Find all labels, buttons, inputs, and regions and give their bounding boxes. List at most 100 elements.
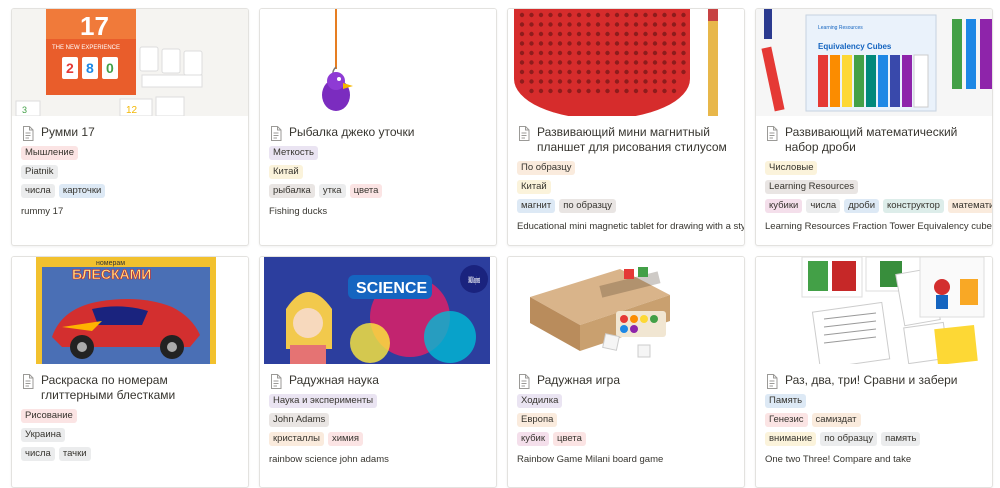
tag-chip: рыбалка — [269, 184, 315, 198]
category-tag: Память — [765, 394, 807, 408]
cubes-box-brand: Learning Resources — [818, 25, 863, 31]
brand-property: Learning Resources — [765, 180, 862, 196]
gallery-card[interactable]: SCIENCE 5 AMAZING experiments Радужная н… — [259, 256, 497, 488]
brand-tag: Европа — [517, 413, 558, 427]
tablet-hole — [529, 31, 534, 37]
tablet-hole — [595, 60, 601, 65]
tablet-hole — [576, 12, 582, 18]
tablet-hole — [576, 41, 582, 46]
tablet-hole — [538, 41, 544, 46]
brand-property: Китай — [269, 165, 307, 181]
card-title-row: Радужная игра — [517, 373, 739, 389]
science-box-badge: 5 AMAZING experiments — [468, 275, 480, 285]
tablet-hole — [605, 79, 610, 84]
document-icon — [767, 126, 778, 141]
tablet-hole — [614, 22, 620, 27]
tablet-hole — [595, 79, 601, 84]
card-title[interactable]: Раскраска по номерам глиттерными блестка… — [41, 373, 243, 403]
tablet-hole — [605, 69, 610, 75]
card-title-row: Рыбалка джеко уточки — [269, 125, 491, 141]
tag-chip: утка — [318, 184, 346, 198]
science-box-title: SCIENCE — [356, 280, 427, 297]
card-title[interactable]: Раз, два, три! Сравни и забери — [785, 373, 958, 388]
tablet-hole — [662, 69, 667, 75]
coloring-box-title: БЛЕСКАМИ — [72, 266, 151, 282]
tablet-hole — [624, 50, 629, 56]
tablet-hole — [567, 79, 572, 84]
tablet-hole — [538, 12, 544, 18]
tablet-hole — [595, 88, 601, 94]
tablet-hole — [605, 60, 610, 65]
category-tag: По образцу — [517, 161, 576, 175]
tablet-hole — [576, 60, 582, 65]
card-title[interactable]: Развивающий мини магнитный планшет для р… — [537, 125, 739, 155]
card-title[interactable]: Развивающий математический набор дроби — [785, 125, 987, 155]
tag-chip: числа — [806, 199, 841, 213]
tablet-hole — [671, 31, 677, 37]
category-tag: Числовые — [765, 161, 818, 175]
brand-property: Европа — [517, 413, 561, 429]
tablet-hole — [519, 50, 525, 56]
tablet-hole — [681, 69, 686, 75]
tablet-hole — [519, 22, 525, 27]
tablet-hole — [548, 79, 553, 84]
card-title-row: Раскраска по номерам глиттерными блестка… — [21, 373, 243, 403]
category-property: Числовые — [765, 161, 821, 177]
tablet-hole — [652, 79, 658, 84]
gallery-card[interactable]: Развивающий мини магнитный планшет для р… — [507, 8, 745, 246]
tablet-hole — [662, 22, 667, 27]
card-cover-image: Learning Resources Equivalency Cubes — [756, 9, 992, 116]
tablet-hole — [662, 12, 667, 18]
tablet-hole — [548, 88, 553, 94]
tablet-hole — [576, 88, 582, 94]
tablet-hole — [557, 50, 563, 56]
tablet-hole — [643, 41, 648, 46]
tablet-hole — [538, 22, 544, 27]
tablet-hole — [624, 12, 629, 18]
document-icon — [271, 126, 282, 141]
tablet-hole — [567, 50, 572, 56]
gallery-card[interactable]: Радужная игра Ходилка Европа кубик цвета … — [507, 256, 745, 488]
svg-text:12: 12 — [126, 105, 138, 116]
tablet-hole — [538, 69, 544, 75]
gallery-card[interactable]: номерам БЛЕСКАМИ Раскраска по номерам гл… — [11, 256, 249, 488]
tablet-hole — [643, 22, 648, 27]
card-title[interactable]: Румми 17 — [41, 125, 95, 140]
tablet-hole — [643, 50, 648, 56]
tablet-hole — [671, 88, 677, 94]
tablet-hole — [643, 12, 648, 18]
tablet-hole — [529, 12, 534, 18]
tablet-hole — [671, 60, 677, 65]
brand-tag: Learning Resources — [765, 180, 859, 194]
gallery-card[interactable]: Рыбалка джеко уточки Меткость Китай рыба… — [259, 8, 497, 246]
tablet-hole — [633, 12, 639, 18]
tablet-hole — [529, 22, 534, 27]
card-title[interactable]: Радужная наука — [289, 373, 379, 388]
gallery-card[interactable]: Learning Resources Equivalency Cubes Раз… — [755, 8, 993, 246]
tablet-hole — [576, 50, 582, 56]
category-property: Ходилка — [517, 394, 566, 410]
tablet-hole — [557, 60, 563, 65]
brand-property: Украина — [21, 428, 69, 444]
tablet-hole — [529, 79, 534, 84]
card-title[interactable]: Рыбалка джеко уточки — [289, 125, 415, 140]
tag-chip: по образцу — [820, 432, 878, 446]
tag-chip: кубик — [517, 432, 550, 446]
card-description: Fishing ducks — [269, 206, 328, 217]
tablet-hole — [595, 41, 601, 46]
tablet-hole — [652, 41, 658, 46]
gallery-card[interactable]: Раз, два, три! Сравни и забери Память Ге… — [755, 256, 993, 488]
tag-chip: числа — [21, 184, 55, 198]
tablet-hole — [538, 31, 544, 37]
tag-chip: математика — [947, 199, 992, 213]
gallery-card[interactable]: 17 THE NEW EXPERIENCE 2 8 0 3 12 Румми 1… — [11, 8, 249, 246]
tablet-hole — [662, 41, 667, 46]
tag-chip: кристаллы — [269, 432, 324, 446]
tablet-hole — [557, 41, 563, 46]
tablet-hole — [652, 88, 658, 94]
card-description: Educational mini magnetic tablet for dra… — [517, 221, 745, 232]
card-title[interactable]: Радужная игра — [537, 373, 620, 388]
tablet-hole — [557, 79, 563, 84]
tablet-hole — [633, 31, 639, 37]
category-tag: Наука и эксперименты — [269, 394, 378, 408]
